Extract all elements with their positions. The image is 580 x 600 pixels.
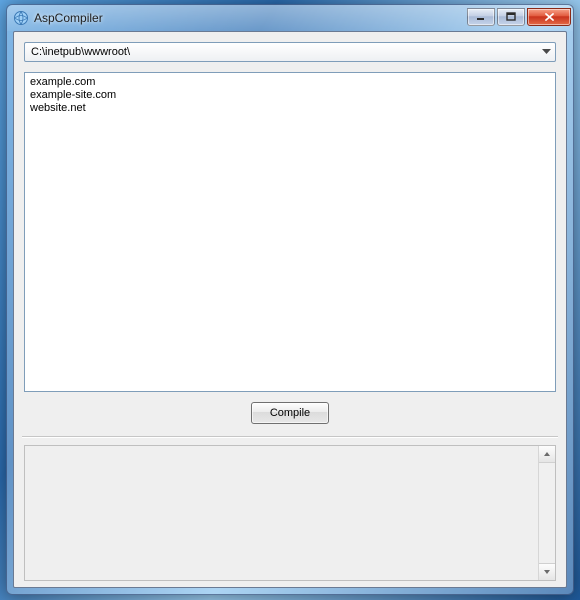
scroll-track[interactable] xyxy=(539,463,555,563)
path-dropdown-value: C:\inetpub\wwwroot\ xyxy=(31,46,538,58)
sites-listbox[interactable]: example.comexample-site.comwebsite.net xyxy=(24,72,556,392)
scrollbar[interactable] xyxy=(538,446,555,580)
output-panel xyxy=(24,445,556,581)
close-button[interactable] xyxy=(527,8,571,26)
scroll-up-icon[interactable] xyxy=(539,446,555,463)
list-item[interactable]: example-site.com xyxy=(30,89,550,102)
titlebar[interactable]: AspCompiler xyxy=(7,5,573,31)
action-row: Compile xyxy=(24,392,556,436)
separator xyxy=(22,436,558,437)
compile-button[interactable]: Compile xyxy=(251,402,329,424)
client-area: C:\inetpub\wwwroot\ example.comexample-s… xyxy=(13,31,567,588)
maximize-button[interactable] xyxy=(497,8,525,26)
list-item[interactable]: website.net xyxy=(30,102,550,115)
minimize-button[interactable] xyxy=(467,8,495,26)
app-icon xyxy=(13,10,29,26)
scroll-down-icon[interactable] xyxy=(539,563,555,580)
chevron-down-icon xyxy=(538,44,553,60)
output-text[interactable] xyxy=(25,446,538,580)
window-title: AspCompiler xyxy=(34,11,103,25)
window-buttons xyxy=(467,8,571,26)
app-window: AspCompiler C:\inetpub\wwwroot\ example.… xyxy=(6,4,574,595)
path-dropdown[interactable]: C:\inetpub\wwwroot\ xyxy=(24,42,556,62)
list-item[interactable]: example.com xyxy=(30,76,550,89)
